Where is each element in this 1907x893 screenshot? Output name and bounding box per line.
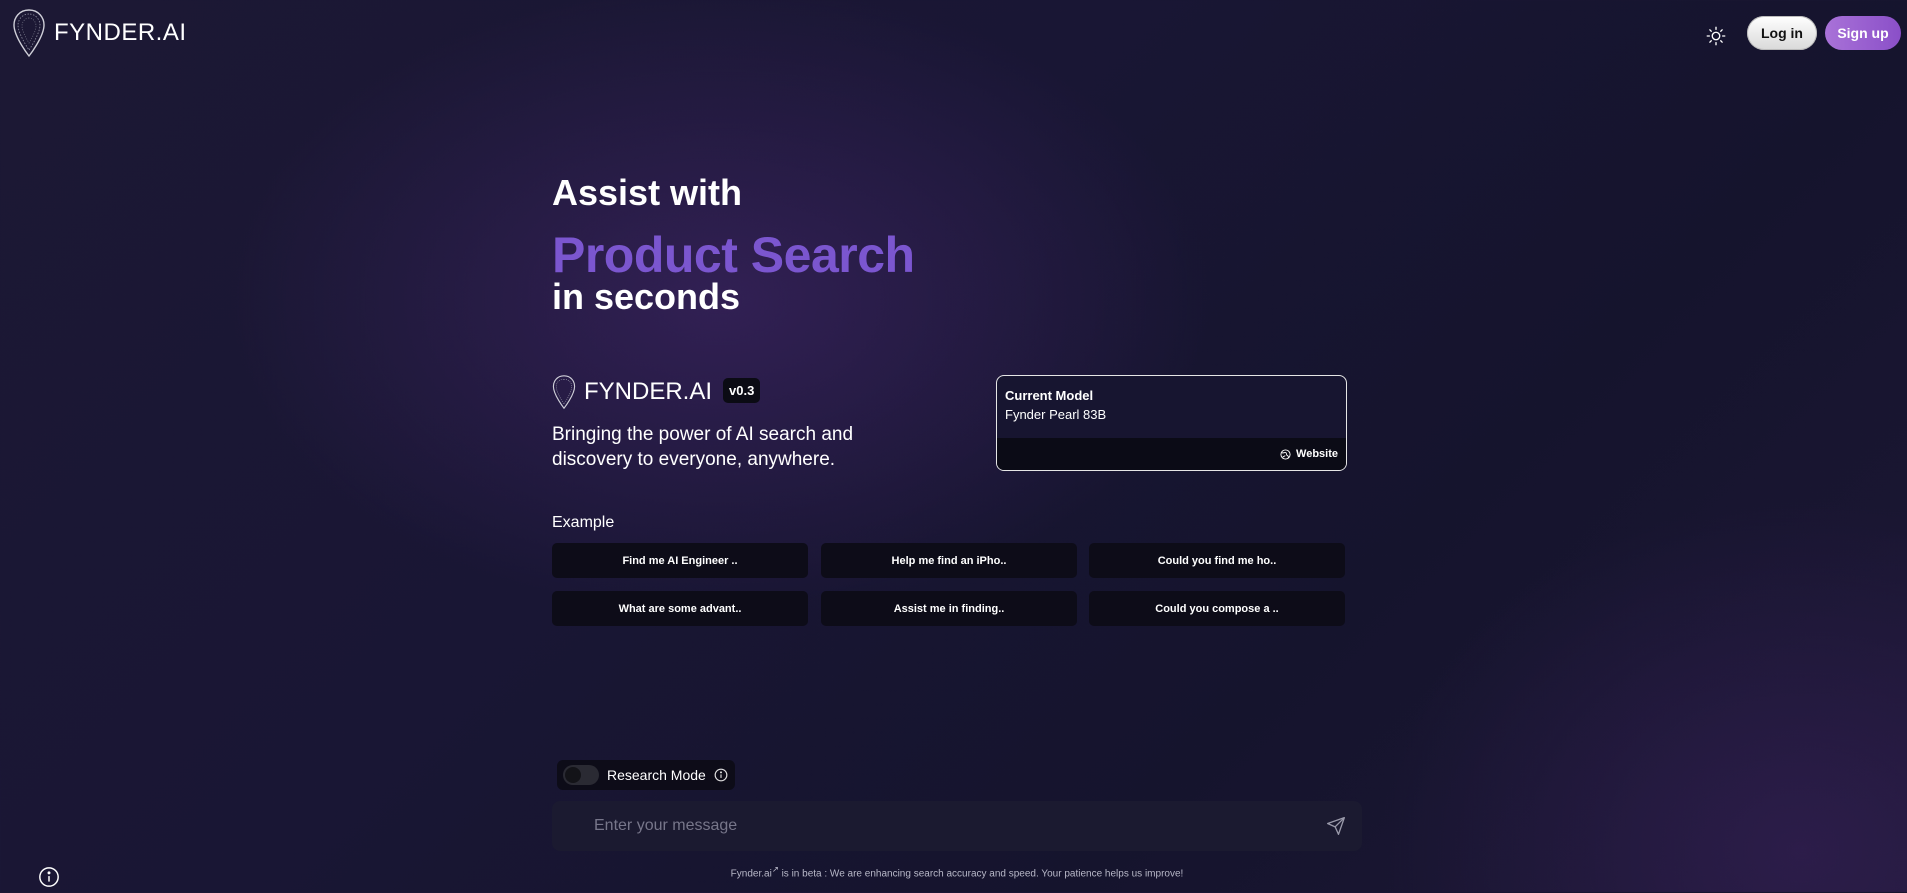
website-label: Website (1296, 448, 1338, 460)
pin-logo-icon (13, 9, 45, 58)
hero-title-line3: in seconds (552, 276, 741, 317)
version-badge: v0.3 (723, 378, 761, 403)
research-mode-control: Research Mode (557, 760, 735, 790)
example-prompt-5[interactable]: Assist me in finding.. (821, 591, 1077, 626)
tagline: Bringing the power of AI search and disc… (552, 424, 854, 470)
login-button[interactable]: Log in (1747, 16, 1817, 50)
examples-heading: Example (552, 514, 615, 531)
sun-icon (1706, 26, 1726, 46)
signup-button[interactable]: Sign up (1825, 16, 1901, 50)
theme-toggle-button[interactable] (1700, 20, 1732, 52)
hero-title-line1: Assist with (552, 172, 743, 213)
current-model-name: Fynder Pearl 83B (1005, 407, 1107, 422)
example-prompt-4[interactable]: What are some advant.. (552, 591, 808, 626)
website-link[interactable]: Website (997, 438, 1346, 470)
brand-name: FYNDER.AI (584, 378, 713, 405)
footer-notice: Fynder.ai↗ is in beta : We are enhancing… (552, 864, 1362, 879)
logo-text: FYNDER.AI (54, 19, 187, 46)
current-model-label: Current Model (1005, 388, 1094, 403)
info-icon[interactable] (38, 866, 60, 888)
info-icon[interactable] (714, 768, 728, 782)
message-input[interactable] (592, 816, 1296, 836)
external-link-icon: ↗ (771, 864, 779, 874)
pin-logo-icon (552, 375, 576, 410)
toggle-knob (565, 767, 581, 783)
research-mode-label: Research Mode (607, 767, 706, 783)
example-prompt-3[interactable]: Could you find me ho.. (1089, 543, 1345, 578)
example-prompt-2[interactable]: Help me find an iPho.. (821, 543, 1077, 578)
brand-row: FYNDER.AI (552, 374, 712, 410)
message-bar (552, 801, 1362, 851)
globe-icon (1280, 448, 1291, 460)
send-icon[interactable] (1326, 816, 1346, 836)
current-model-card: Current Model Fynder Pearl 83B Website (996, 375, 1347, 471)
logo[interactable]: FYNDER.AI (12, 8, 187, 58)
example-prompt-6[interactable]: Could you compose a .. (1089, 591, 1345, 626)
example-prompt-1[interactable]: Find me AI Engineer .. (552, 543, 808, 578)
footer-text: is in beta : We are enhancing search acc… (778, 868, 1184, 880)
footer-link[interactable]: Fynder.ai (731, 868, 772, 879)
research-mode-toggle[interactable] (563, 765, 599, 785)
